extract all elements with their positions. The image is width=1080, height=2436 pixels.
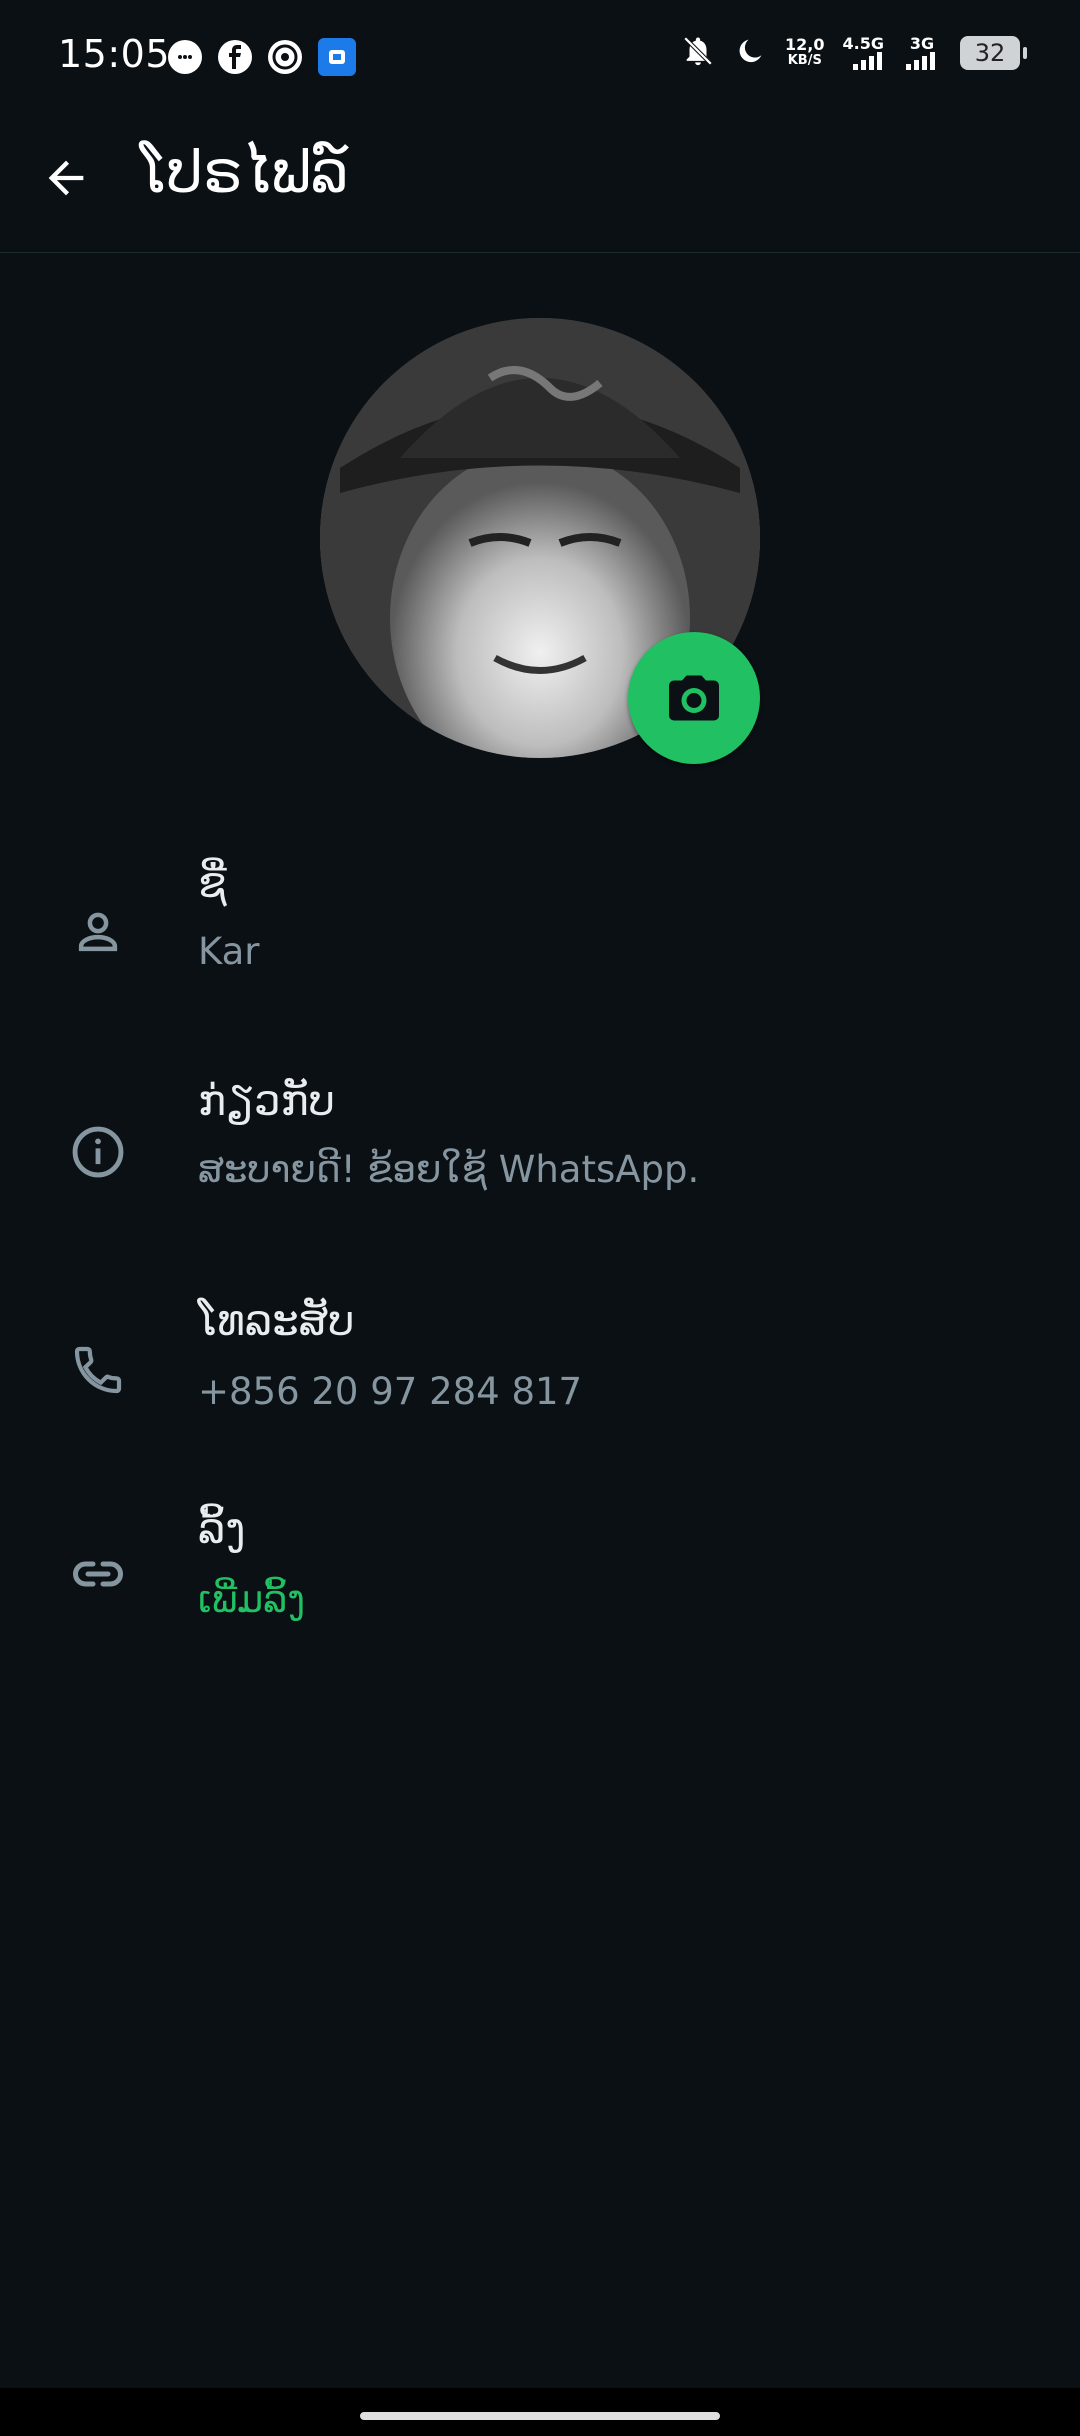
app-header: ໂປຣໄຟລ໌ <box>0 110 1080 253</box>
back-button[interactable] <box>34 146 98 210</box>
sim2-label: 3G <box>909 34 935 53</box>
phone-icon <box>66 1338 130 1402</box>
about-value: ສະບາຍດີ! ຂ້ອຍໃຊ້ WhatsApp. <box>198 1148 700 1191</box>
signal-bars-icon <box>906 52 935 70</box>
phone-value: +856 20 97 284 817 <box>198 1370 583 1413</box>
network-speed-unit: KB/S <box>787 53 822 68</box>
phone-label: ໂທລະສັບ <box>198 1296 355 1345</box>
signal-sim2: 3G <box>902 36 942 70</box>
chrome-icon <box>268 40 302 74</box>
messenger-icon <box>168 40 202 74</box>
profile-row-name[interactable]: ຊື່ Kar <box>0 850 1080 1030</box>
change-photo-button[interactable] <box>628 632 760 764</box>
profile-row-links[interactable]: ລິ້ງ ເພີ່ມລິ້ງ <box>0 1500 1080 1680</box>
store-app-icon <box>318 38 356 76</box>
links-label: ລິ້ງ <box>198 1504 246 1553</box>
profile-photo-section <box>320 318 760 764</box>
page-title: ໂປຣໄຟລ໌ <box>140 138 349 206</box>
battery-level: 32 <box>974 39 1006 67</box>
arrow-left-icon <box>48 160 84 196</box>
signal-sim1: 4.5G <box>843 36 884 70</box>
info-icon <box>66 1120 130 1184</box>
signal-bars-icon <box>853 52 883 70</box>
battery-indicator: 32 <box>960 36 1027 70</box>
about-label: ກ່ຽວກັບ <box>198 1076 335 1125</box>
add-link-button[interactable]: ເພີ່ມລິ້ງ <box>198 1578 305 1621</box>
name-value: Kar <box>198 930 260 973</box>
status-system-icons: 12,0 KB/S 4.5G 3G 32 <box>681 34 1027 72</box>
sim1-label: 4.5G <box>842 34 884 53</box>
system-navigation-bar <box>0 2388 1080 2436</box>
status-bar: 15:05 12,0 KB/S 4.5G 3G 32 <box>0 0 1080 110</box>
person-icon <box>66 900 130 964</box>
moon-icon <box>733 34 767 72</box>
status-notification-icons <box>168 38 356 76</box>
bell-off-icon <box>681 34 715 72</box>
camera-icon <box>669 675 719 721</box>
link-icon <box>66 1542 130 1606</box>
profile-row-about[interactable]: ກ່ຽວກັບ ສະບາຍດີ! ຂ້ອຍໃຊ້ WhatsApp. <box>0 1068 1080 1248</box>
name-label: ຊື່ <box>198 858 227 907</box>
network-speed: 12,0 KB/S <box>785 37 824 69</box>
status-time: 15:05 <box>58 32 171 76</box>
network-speed-value: 12,0 <box>785 35 825 54</box>
home-gesture-handle[interactable] <box>360 2412 720 2420</box>
facebook-icon <box>218 40 252 74</box>
profile-row-phone[interactable]: ໂທລະສັບ +856 20 97 284 817 <box>0 1290 1080 1470</box>
